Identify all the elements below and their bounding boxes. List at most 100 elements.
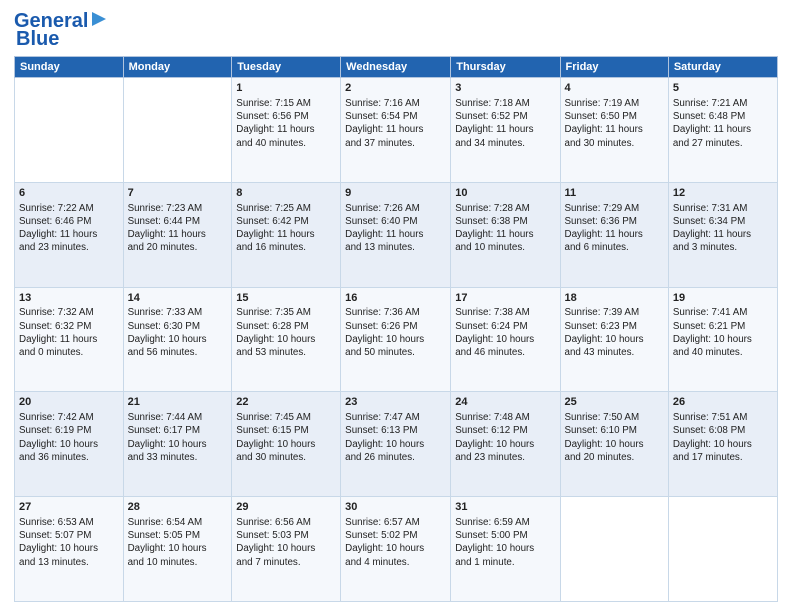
calendar-cell: 23Sunrise: 7:47 AM Sunset: 6:13 PM Dayli… bbox=[341, 392, 451, 497]
cell-daylight-info: Sunrise: 6:53 AM Sunset: 5:07 PM Dayligh… bbox=[19, 516, 119, 569]
calendar-week-row: 27Sunrise: 6:53 AM Sunset: 5:07 PM Dayli… bbox=[15, 497, 778, 602]
calendar-cell: 27Sunrise: 6:53 AM Sunset: 5:07 PM Dayli… bbox=[15, 497, 124, 602]
day-number: 3 bbox=[455, 81, 555, 96]
calendar-cell: 29Sunrise: 6:56 AM Sunset: 5:03 PM Dayli… bbox=[232, 497, 341, 602]
calendar-cell: 22Sunrise: 7:45 AM Sunset: 6:15 PM Dayli… bbox=[232, 392, 341, 497]
calendar-cell: 13Sunrise: 7:32 AM Sunset: 6:32 PM Dayli… bbox=[15, 287, 124, 392]
cell-daylight-info: Sunrise: 7:38 AM Sunset: 6:24 PM Dayligh… bbox=[455, 306, 555, 359]
day-number: 1 bbox=[236, 81, 336, 96]
calendar-cell: 19Sunrise: 7:41 AM Sunset: 6:21 PM Dayli… bbox=[668, 287, 777, 392]
calendar-cell: 31Sunrise: 6:59 AM Sunset: 5:00 PM Dayli… bbox=[451, 497, 560, 602]
calendar-cell: 9Sunrise: 7:26 AM Sunset: 6:40 PM Daylig… bbox=[341, 182, 451, 287]
cell-daylight-info: Sunrise: 7:28 AM Sunset: 6:38 PM Dayligh… bbox=[455, 202, 555, 255]
cell-daylight-info: Sunrise: 7:15 AM Sunset: 6:56 PM Dayligh… bbox=[236, 97, 336, 150]
day-number: 6 bbox=[19, 186, 119, 201]
day-number: 31 bbox=[455, 500, 555, 515]
cell-daylight-info: Sunrise: 7:23 AM Sunset: 6:44 PM Dayligh… bbox=[128, 202, 228, 255]
cell-daylight-info: Sunrise: 7:50 AM Sunset: 6:10 PM Dayligh… bbox=[565, 411, 664, 464]
day-number: 27 bbox=[19, 500, 119, 515]
day-number: 11 bbox=[565, 186, 664, 201]
cell-daylight-info: Sunrise: 7:25 AM Sunset: 6:42 PM Dayligh… bbox=[236, 202, 336, 255]
logo-blue-text: Blue bbox=[16, 28, 59, 50]
weekday-header-wednesday: Wednesday bbox=[341, 57, 451, 78]
day-number: 24 bbox=[455, 395, 555, 410]
day-number: 18 bbox=[565, 291, 664, 306]
calendar-week-row: 1Sunrise: 7:15 AM Sunset: 6:56 PM Daylig… bbox=[15, 78, 778, 183]
calendar-cell: 15Sunrise: 7:35 AM Sunset: 6:28 PM Dayli… bbox=[232, 287, 341, 392]
cell-daylight-info: Sunrise: 7:22 AM Sunset: 6:46 PM Dayligh… bbox=[19, 202, 119, 255]
day-number: 23 bbox=[345, 395, 446, 410]
cell-daylight-info: Sunrise: 7:32 AM Sunset: 6:32 PM Dayligh… bbox=[19, 306, 119, 359]
weekday-header-row: SundayMondayTuesdayWednesdayThursdayFrid… bbox=[15, 57, 778, 78]
day-number: 8 bbox=[236, 186, 336, 201]
day-number: 28 bbox=[128, 500, 228, 515]
calendar-cell: 1Sunrise: 7:15 AM Sunset: 6:56 PM Daylig… bbox=[232, 78, 341, 183]
calendar-cell: 14Sunrise: 7:33 AM Sunset: 6:30 PM Dayli… bbox=[123, 287, 232, 392]
logo-arrow-icon bbox=[90, 10, 108, 28]
cell-daylight-info: Sunrise: 6:59 AM Sunset: 5:00 PM Dayligh… bbox=[455, 516, 555, 569]
day-number: 15 bbox=[236, 291, 336, 306]
cell-daylight-info: Sunrise: 7:29 AM Sunset: 6:36 PM Dayligh… bbox=[565, 202, 664, 255]
day-number: 22 bbox=[236, 395, 336, 410]
calendar-cell: 11Sunrise: 7:29 AM Sunset: 6:36 PM Dayli… bbox=[560, 182, 668, 287]
day-number: 9 bbox=[345, 186, 446, 201]
calendar-cell: 4Sunrise: 7:19 AM Sunset: 6:50 PM Daylig… bbox=[560, 78, 668, 183]
cell-daylight-info: Sunrise: 7:51 AM Sunset: 6:08 PM Dayligh… bbox=[673, 411, 773, 464]
cell-daylight-info: Sunrise: 7:41 AM Sunset: 6:21 PM Dayligh… bbox=[673, 306, 773, 359]
weekday-header-friday: Friday bbox=[560, 57, 668, 78]
calendar-cell bbox=[15, 78, 124, 183]
day-number: 25 bbox=[565, 395, 664, 410]
calendar-cell: 10Sunrise: 7:28 AM Sunset: 6:38 PM Dayli… bbox=[451, 182, 560, 287]
day-number: 16 bbox=[345, 291, 446, 306]
calendar-cell: 17Sunrise: 7:38 AM Sunset: 6:24 PM Dayli… bbox=[451, 287, 560, 392]
cell-daylight-info: Sunrise: 7:47 AM Sunset: 6:13 PM Dayligh… bbox=[345, 411, 446, 464]
day-number: 13 bbox=[19, 291, 119, 306]
cell-daylight-info: Sunrise: 7:19 AM Sunset: 6:50 PM Dayligh… bbox=[565, 97, 664, 150]
weekday-header-thursday: Thursday bbox=[451, 57, 560, 78]
calendar-cell: 21Sunrise: 7:44 AM Sunset: 6:17 PM Dayli… bbox=[123, 392, 232, 497]
calendar-cell: 28Sunrise: 6:54 AM Sunset: 5:05 PM Dayli… bbox=[123, 497, 232, 602]
weekday-header-tuesday: Tuesday bbox=[232, 57, 341, 78]
day-number: 12 bbox=[673, 186, 773, 201]
calendar-cell: 12Sunrise: 7:31 AM Sunset: 6:34 PM Dayli… bbox=[668, 182, 777, 287]
cell-daylight-info: Sunrise: 7:35 AM Sunset: 6:28 PM Dayligh… bbox=[236, 306, 336, 359]
calendar-cell: 8Sunrise: 7:25 AM Sunset: 6:42 PM Daylig… bbox=[232, 182, 341, 287]
day-number: 14 bbox=[128, 291, 228, 306]
calendar-week-row: 13Sunrise: 7:32 AM Sunset: 6:32 PM Dayli… bbox=[15, 287, 778, 392]
day-number: 19 bbox=[673, 291, 773, 306]
calendar-cell: 2Sunrise: 7:16 AM Sunset: 6:54 PM Daylig… bbox=[341, 78, 451, 183]
calendar-cell: 16Sunrise: 7:36 AM Sunset: 6:26 PM Dayli… bbox=[341, 287, 451, 392]
cell-daylight-info: Sunrise: 7:36 AM Sunset: 6:26 PM Dayligh… bbox=[345, 306, 446, 359]
calendar-cell: 6Sunrise: 7:22 AM Sunset: 6:46 PM Daylig… bbox=[15, 182, 124, 287]
calendar-cell bbox=[560, 497, 668, 602]
cell-daylight-info: Sunrise: 7:42 AM Sunset: 6:19 PM Dayligh… bbox=[19, 411, 119, 464]
calendar-cell: 3Sunrise: 7:18 AM Sunset: 6:52 PM Daylig… bbox=[451, 78, 560, 183]
calendar-cell: 25Sunrise: 7:50 AM Sunset: 6:10 PM Dayli… bbox=[560, 392, 668, 497]
calendar-cell: 5Sunrise: 7:21 AM Sunset: 6:48 PM Daylig… bbox=[668, 78, 777, 183]
calendar-cell: 26Sunrise: 7:51 AM Sunset: 6:08 PM Dayli… bbox=[668, 392, 777, 497]
cell-daylight-info: Sunrise: 7:33 AM Sunset: 6:30 PM Dayligh… bbox=[128, 306, 228, 359]
day-number: 17 bbox=[455, 291, 555, 306]
calendar-table: SundayMondayTuesdayWednesdayThursdayFrid… bbox=[14, 56, 778, 602]
calendar-cell: 24Sunrise: 7:48 AM Sunset: 6:12 PM Dayli… bbox=[451, 392, 560, 497]
cell-daylight-info: Sunrise: 7:21 AM Sunset: 6:48 PM Dayligh… bbox=[673, 97, 773, 150]
cell-daylight-info: Sunrise: 7:44 AM Sunset: 6:17 PM Dayligh… bbox=[128, 411, 228, 464]
cell-daylight-info: Sunrise: 6:57 AM Sunset: 5:02 PM Dayligh… bbox=[345, 516, 446, 569]
calendar-cell bbox=[123, 78, 232, 183]
day-number: 4 bbox=[565, 81, 664, 96]
weekday-header-monday: Monday bbox=[123, 57, 232, 78]
calendar-cell: 18Sunrise: 7:39 AM Sunset: 6:23 PM Dayli… bbox=[560, 287, 668, 392]
day-number: 20 bbox=[19, 395, 119, 410]
page-header: General Blue bbox=[14, 10, 778, 50]
cell-daylight-info: Sunrise: 7:18 AM Sunset: 6:52 PM Dayligh… bbox=[455, 97, 555, 150]
calendar-cell: 20Sunrise: 7:42 AM Sunset: 6:19 PM Dayli… bbox=[15, 392, 124, 497]
cell-daylight-info: Sunrise: 7:16 AM Sunset: 6:54 PM Dayligh… bbox=[345, 97, 446, 150]
calendar-cell bbox=[668, 497, 777, 602]
cell-daylight-info: Sunrise: 7:39 AM Sunset: 6:23 PM Dayligh… bbox=[565, 306, 664, 359]
day-number: 2 bbox=[345, 81, 446, 96]
logo: General Blue bbox=[14, 10, 108, 50]
cell-daylight-info: Sunrise: 7:45 AM Sunset: 6:15 PM Dayligh… bbox=[236, 411, 336, 464]
day-number: 10 bbox=[455, 186, 555, 201]
cell-daylight-info: Sunrise: 7:48 AM Sunset: 6:12 PM Dayligh… bbox=[455, 411, 555, 464]
cell-daylight-info: Sunrise: 7:26 AM Sunset: 6:40 PM Dayligh… bbox=[345, 202, 446, 255]
